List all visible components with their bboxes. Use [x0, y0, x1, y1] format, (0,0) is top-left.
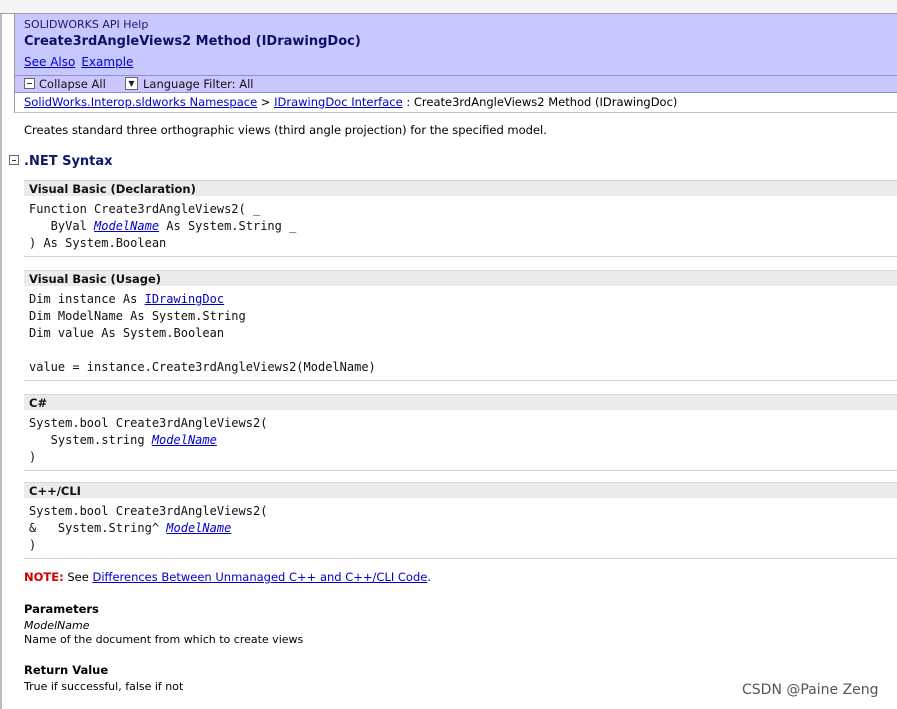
code-line: Dim instance As	[29, 292, 145, 306]
code-block-vb-usage: Visual Basic (Usage) Dim instance As IDr…	[24, 270, 897, 381]
code-block-header: Visual Basic (Declaration)	[24, 180, 897, 196]
window-top-strip	[0, 0, 897, 14]
breadcrumb-namespace-link[interactable]: SolidWorks.Interop.sldworks Namespace	[24, 95, 257, 109]
help-banner: SOLIDWORKS API Help Create3rdAngleViews2…	[14, 14, 897, 75]
code-snippet: Dim instance As IDrawingDoc Dim ModelNam…	[24, 286, 897, 381]
code-line: ) As System.Boolean	[29, 236, 167, 250]
left-frame-rule	[0, 14, 2, 709]
code-block-vb-declaration: Visual Basic (Declaration) Function Crea…	[24, 180, 897, 257]
language-filter-button[interactable]: Language Filter: All	[143, 77, 253, 91]
breadcrumb-separator: >	[257, 95, 275, 109]
code-snippet: System.bool Create3rdAngleViews2( System…	[24, 410, 897, 471]
breadcrumb-current: Create3rdAngleViews2 Method (IDrawingDoc…	[413, 95, 678, 109]
code-block-header: Visual Basic (Usage)	[24, 270, 897, 286]
example-link[interactable]: Example	[81, 55, 133, 69]
code-line: System.bool Create3rdAngleViews2(	[29, 504, 268, 518]
code-snippet: Function Create3rdAngleViews2( _ ByVal M…	[24, 196, 897, 257]
return-value-description: True if successful, false if not	[24, 680, 184, 693]
chevron-down-icon[interactable]: ▼	[125, 77, 138, 90]
code-line: & System.String^	[29, 521, 167, 535]
net-syntax-section-toggle[interactable]: .NET Syntax	[9, 154, 113, 169]
param-modelname-link[interactable]: ModelName	[166, 521, 231, 535]
code-block-cpp-cli: C++/CLI System.bool Create3rdAngleViews2…	[24, 482, 897, 559]
code-block-csharp: C# System.bool Create3rdAngleViews2( Sys…	[24, 394, 897, 471]
code-block-header: C#	[24, 394, 897, 410]
see-also-link[interactable]: See Also	[24, 55, 75, 69]
code-block-header: C++/CLI	[24, 482, 897, 498]
return-value-heading: Return Value	[24, 663, 109, 677]
code-snippet: System.bool Create3rdAngleViews2( & Syst…	[24, 498, 897, 559]
code-line: )	[29, 538, 37, 552]
code-line: )	[29, 450, 37, 464]
collapse-all-button[interactable]: Collapse All	[39, 77, 106, 91]
cpp-note: NOTE: See Differences Between Unmanaged …	[24, 570, 431, 584]
param-modelname-link[interactable]: ModelName	[152, 433, 217, 447]
collapse-all-icon[interactable]	[24, 78, 35, 89]
note-end: .	[427, 570, 432, 584]
collapse-section-icon[interactable]	[9, 155, 19, 165]
breadcrumb: SolidWorks.Interop.sldworks Namespace > …	[14, 93, 897, 113]
differences-link[interactable]: Differences Between Unmanaged C++ and C+…	[92, 570, 427, 584]
banner-links: See Also Example	[24, 55, 139, 69]
page-title: Create3rdAngleViews2 Method (IDrawingDoc…	[24, 34, 361, 49]
note-label: NOTE:	[24, 570, 64, 584]
code-line: Function Create3rdAngleViews2( _	[29, 202, 261, 216]
product-name: SOLIDWORKS API Help	[24, 18, 149, 31]
watermark: CSDN @Paine Zeng	[742, 682, 879, 698]
code-line: System.string	[29, 433, 152, 447]
code-line: Dim value As System.Boolean	[29, 326, 225, 340]
code-line: value = instance.Create3rdAngleViews2(Mo…	[29, 360, 376, 374]
breadcrumb-separator: :	[402, 95, 414, 109]
parameter-description: Name of the document from which to creat…	[24, 633, 304, 646]
param-modelname-link[interactable]: ModelName	[94, 219, 159, 233]
method-summary: Creates standard three orthographic view…	[24, 123, 547, 137]
code-text: As System.String _	[159, 219, 297, 233]
code-line: ByVal	[29, 219, 95, 233]
parameters-heading: Parameters	[24, 602, 99, 616]
note-text: See	[63, 570, 93, 584]
code-line: System.bool Create3rdAngleViews2(	[29, 416, 268, 430]
idrawingdoc-type-link[interactable]: IDrawingDoc	[145, 292, 224, 306]
breadcrumb-interface-link[interactable]: IDrawingDoc Interface	[274, 95, 403, 109]
code-line: Dim ModelName As System.String	[29, 309, 246, 323]
help-toolbar: Collapse All ▼ Language Filter: All	[14, 75, 897, 93]
parameter-name: ModelName	[24, 619, 90, 632]
section-title: .NET Syntax	[24, 154, 113, 169]
